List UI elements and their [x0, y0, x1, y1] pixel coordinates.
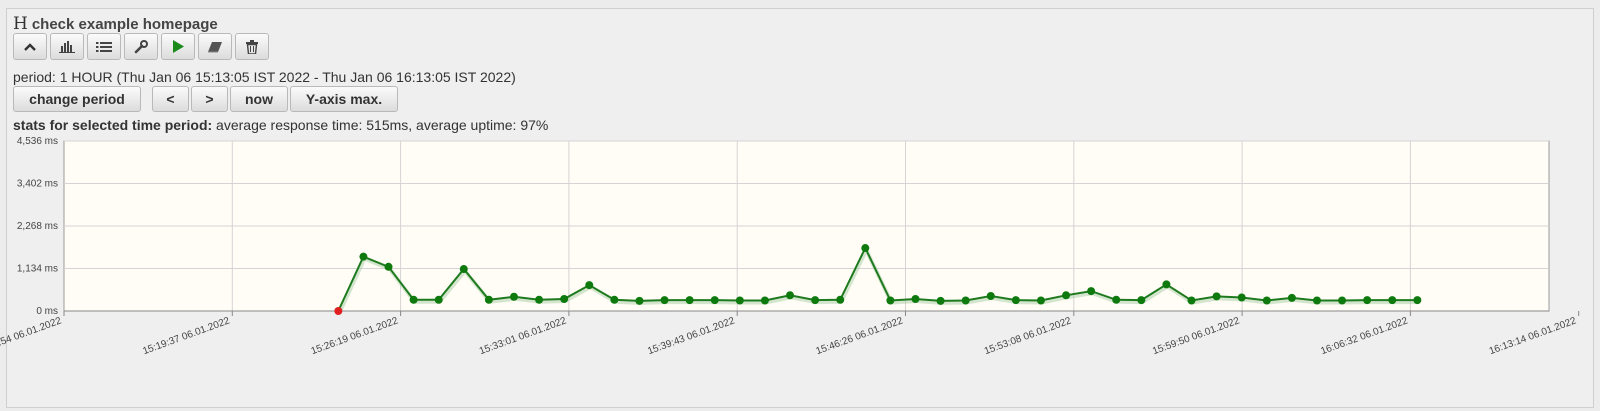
data-point[interactable]	[1137, 296, 1146, 305]
y-axis-labels: 0 ms 1,134 ms 2,268 ms 3,402 ms 4,536 ms	[17, 136, 58, 317]
data-point[interactable]	[459, 265, 468, 274]
data-point[interactable]	[509, 292, 518, 301]
response-time-chart: 0 ms 1,134 ms 2,268 ms 3,402 ms 4,536 ms 15:…	[0, 136, 1580, 357]
data-point[interactable]	[861, 244, 870, 253]
data-point[interactable]	[484, 295, 493, 304]
y-tick-label: 0 ms	[36, 306, 58, 317]
y-tick-label: 1,134 ms	[17, 264, 58, 275]
data-point[interactable]	[836, 295, 845, 304]
x-tick-label: 15:19:37 06.01.2022	[141, 315, 231, 357]
data-point[interactable]	[911, 295, 920, 304]
data-point[interactable]	[660, 296, 669, 305]
x-tick-label: 15:33:01 06.01.2022	[478, 315, 568, 357]
data-point[interactable]	[1237, 293, 1246, 302]
data-point[interactable]	[1388, 296, 1397, 305]
data-point[interactable]	[1087, 287, 1096, 296]
data-point[interactable]	[1262, 296, 1271, 305]
data-point[interactable]	[434, 295, 443, 304]
data-point[interactable]	[585, 281, 594, 290]
data-point[interactable]	[1187, 296, 1196, 305]
y-tick-label: 4,536 ms	[17, 136, 58, 147]
data-point[interactable]	[685, 296, 694, 305]
data-point[interactable]	[986, 292, 995, 301]
data-point[interactable]	[409, 295, 418, 304]
data-point[interactable]	[886, 296, 895, 305]
data-point[interactable]	[710, 296, 719, 305]
data-point[interactable]	[760, 296, 769, 305]
x-tick-label: 16:13:14 06.01.2022	[1488, 315, 1578, 357]
data-point[interactable]	[811, 296, 820, 305]
data-point[interactable]	[1312, 296, 1321, 305]
data-point[interactable]	[1338, 296, 1347, 305]
data-point[interactable]	[936, 296, 945, 305]
downtime-point[interactable]	[334, 307, 343, 315]
x-tick-label: 16:06:32 06.01.2022	[1319, 315, 1409, 357]
data-point[interactable]	[1162, 280, 1171, 289]
data-point[interactable]	[1112, 295, 1121, 304]
data-point[interactable]	[1413, 296, 1422, 305]
data-point[interactable]	[786, 291, 795, 300]
data-point[interactable]	[359, 252, 368, 261]
x-tick-label: 15:39:43 06.01.2022	[646, 315, 736, 357]
data-point[interactable]	[635, 296, 644, 305]
x-tick-label: 15:59:50 06.01.2022	[1151, 315, 1241, 357]
data-point[interactable]	[735, 296, 744, 305]
x-tick-label: 15:53:08 06.01.2022	[983, 315, 1073, 357]
data-point[interactable]	[1287, 293, 1296, 302]
data-point[interactable]	[535, 295, 544, 304]
data-point[interactable]	[560, 295, 569, 304]
x-axis-labels: 15:13:54 06.01.2022 15:19:37 06.01.2022 15…	[0, 315, 1578, 357]
x-tick-label: 15:13:54 06.01.2022	[0, 315, 63, 357]
data-point[interactable]	[961, 296, 970, 305]
data-point[interactable]	[1011, 296, 1020, 305]
data-point[interactable]	[384, 262, 393, 271]
data-point[interactable]	[1036, 296, 1045, 305]
y-tick-label: 3,402 ms	[17, 179, 58, 190]
x-tick-label: 15:46:26 06.01.2022	[815, 315, 905, 357]
data-point[interactable]	[1212, 292, 1221, 301]
y-tick-label: 2,268 ms	[17, 221, 58, 232]
data-point[interactable]	[1062, 291, 1071, 300]
x-tick-label: 15:26:19 06.01.2022	[310, 315, 400, 357]
data-point[interactable]	[1363, 296, 1372, 305]
data-point[interactable]	[610, 295, 619, 304]
